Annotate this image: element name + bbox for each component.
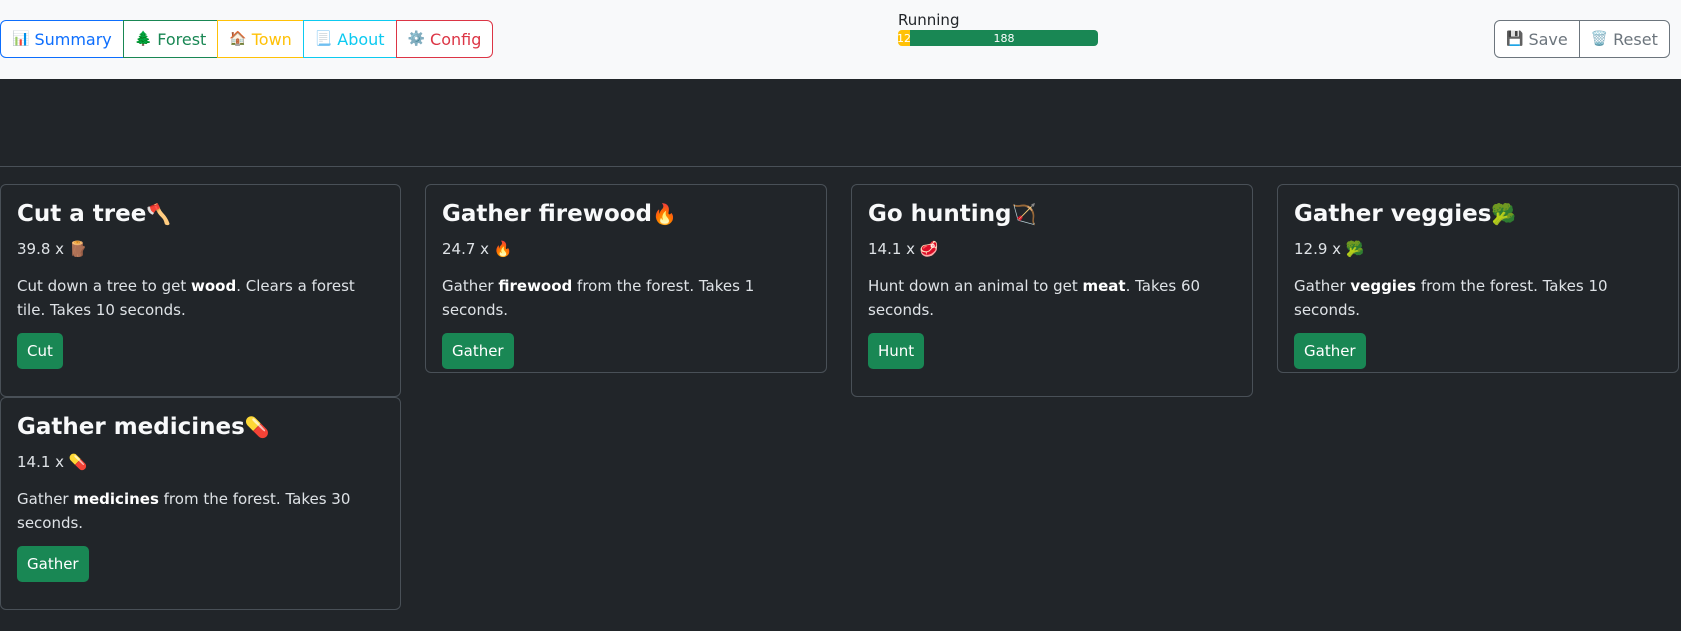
card-title-text: Gather veggies bbox=[1294, 201, 1492, 227]
desc-text: Gather bbox=[1294, 277, 1351, 295]
gather-medicines-button[interactable]: Gather bbox=[17, 546, 89, 582]
action-card-gather-medicines: Gather medicines💊 14.1 x 💊 Gather medici… bbox=[0, 397, 401, 610]
desc-text: Hunt down an animal to get bbox=[868, 277, 1083, 295]
reset-label: Reset bbox=[1613, 29, 1658, 49]
broccoli-icon: 🥦 bbox=[1345, 240, 1365, 258]
card-title: Gather veggies🥦 bbox=[1294, 200, 1662, 230]
nav-about-label: About bbox=[337, 29, 385, 49]
nav-config-label: Config bbox=[430, 29, 482, 49]
nav-forest-label: Forest bbox=[157, 29, 207, 49]
nav-summary-label: Summary bbox=[34, 29, 112, 49]
progress-bar: 12 188 bbox=[898, 30, 1098, 46]
gather-firewood-button[interactable]: Gather bbox=[442, 333, 514, 369]
floppy-disk-icon: 💾 bbox=[1506, 31, 1524, 47]
action-card-go-hunting: Go hunting🏹 14.1 x 🥩 Hunt down an animal… bbox=[851, 184, 1253, 397]
desc-text: Gather bbox=[442, 277, 499, 295]
nav-button-group: 📊 Summary 🌲 Forest 🏠 Town 📃 About ⚙️ Con… bbox=[0, 20, 494, 58]
resource-amount: 14.1 x 🥩 bbox=[868, 239, 1236, 259]
save-label: Save bbox=[1528, 29, 1568, 49]
fire-icon: 🔥 bbox=[652, 202, 677, 226]
card-title: Cut a tree🪓 bbox=[17, 200, 384, 230]
card-description: Hunt down an animal to get meat. Takes 6… bbox=[868, 274, 1236, 322]
desc-resource: medicines bbox=[73, 490, 159, 508]
resource-amount: 12.9 x 🥦 bbox=[1294, 239, 1662, 259]
amount-value: 14.1 x bbox=[868, 240, 916, 258]
nav-summary-button[interactable]: 📊 Summary bbox=[0, 20, 124, 58]
nav-town-button[interactable]: 🏠 Town bbox=[217, 20, 304, 58]
amount-value: 24.7 x bbox=[442, 240, 490, 258]
desc-resource: wood bbox=[191, 277, 237, 295]
card-description: Gather medicines from the forest. Takes … bbox=[17, 487, 384, 535]
desc-resource: veggies bbox=[1350, 277, 1417, 295]
status-label: Running bbox=[898, 11, 960, 29]
card-title: Gather firewood🔥 bbox=[442, 200, 810, 230]
nav-town-label: Town bbox=[251, 29, 292, 49]
top-navbar: 📊 Summary 🌲 Forest 🏠 Town 📃 About ⚙️ Con… bbox=[0, 0, 1681, 79]
card-description: Cut down a tree to get wood. Clears a fo… bbox=[17, 274, 384, 322]
action-card-gather-firewood: Gather firewood🔥 24.7 x 🔥 Gather firewoo… bbox=[425, 184, 827, 373]
card-title-text: Gather firewood bbox=[442, 201, 653, 227]
card-title: Go hunting🏹 bbox=[868, 200, 1236, 230]
bow-and-arrow-icon: 🏹 bbox=[1011, 202, 1037, 226]
axe-icon: 🪓 bbox=[146, 202, 172, 226]
amount-value: 39.8 x bbox=[17, 240, 65, 258]
gather-veggies-button[interactable]: Gather bbox=[1294, 333, 1366, 369]
card-title-text: Go hunting bbox=[868, 201, 1012, 227]
nav-config-button[interactable]: ⚙️ Config bbox=[395, 20, 494, 58]
card-title: Gather medicines💊 bbox=[17, 413, 384, 443]
save-button[interactable]: 💾 Save bbox=[1494, 20, 1580, 58]
amount-value: 12.9 x bbox=[1294, 240, 1342, 258]
nav-forest-button[interactable]: 🌲 Forest bbox=[122, 20, 219, 58]
card-description: Gather firewood from the forest. Takes 1… bbox=[442, 274, 810, 322]
progress-segment-green: 188 bbox=[910, 30, 1098, 46]
gear-icon: ⚙️ bbox=[407, 31, 426, 47]
desc-text: Gather bbox=[17, 490, 74, 508]
wood-icon: 🪵 bbox=[68, 240, 88, 258]
action-button-group: 💾 Save 🗑️ Reset bbox=[1494, 20, 1670, 58]
pill-icon: 💊 bbox=[68, 453, 88, 471]
desc-resource: meat bbox=[1082, 277, 1126, 295]
tree-icon: 🌲 bbox=[134, 31, 153, 47]
meat-icon: 🥩 bbox=[919, 240, 939, 258]
cut-button[interactable]: Cut bbox=[17, 333, 63, 369]
nav-about-button[interactable]: 📃 About bbox=[302, 20, 397, 58]
broccoli-icon: 🥦 bbox=[1491, 202, 1517, 226]
page-icon: 📃 bbox=[314, 31, 333, 47]
trash-icon: 🗑️ bbox=[1590, 31, 1609, 47]
amount-value: 14.1 x bbox=[17, 453, 65, 471]
resource-amount: 24.7 x 🔥 bbox=[442, 239, 810, 259]
progress-segment-yellow: 12 bbox=[898, 30, 910, 46]
reset-button[interactable]: 🗑️ Reset bbox=[1578, 20, 1670, 58]
bar-chart-icon: 📊 bbox=[12, 31, 30, 47]
section-divider bbox=[0, 166, 1681, 167]
card-title-text: Cut a tree bbox=[17, 201, 147, 227]
fire-icon: 🔥 bbox=[493, 240, 513, 258]
game-status: Running 12 188 bbox=[898, 10, 1098, 46]
card-description: Gather veggies from the forest. Takes 10… bbox=[1294, 274, 1662, 322]
desc-resource: firewood bbox=[498, 277, 573, 295]
resource-amount: 39.8 x 🪵 bbox=[17, 239, 384, 259]
pill-icon: 💊 bbox=[244, 415, 270, 439]
hunt-button[interactable]: Hunt bbox=[868, 333, 925, 369]
action-card-cut-tree: Cut a tree🪓 39.8 x 🪵 Cut down a tree to … bbox=[0, 184, 401, 397]
resource-amount: 14.1 x 💊 bbox=[17, 452, 384, 472]
action-card-gather-veggies: Gather veggies🥦 12.9 x 🥦 Gather veggies … bbox=[1277, 184, 1679, 373]
house-icon: 🏠 bbox=[229, 31, 247, 47]
card-title-text: Gather medicines bbox=[17, 414, 245, 440]
desc-text: Cut down a tree to get bbox=[17, 277, 192, 295]
